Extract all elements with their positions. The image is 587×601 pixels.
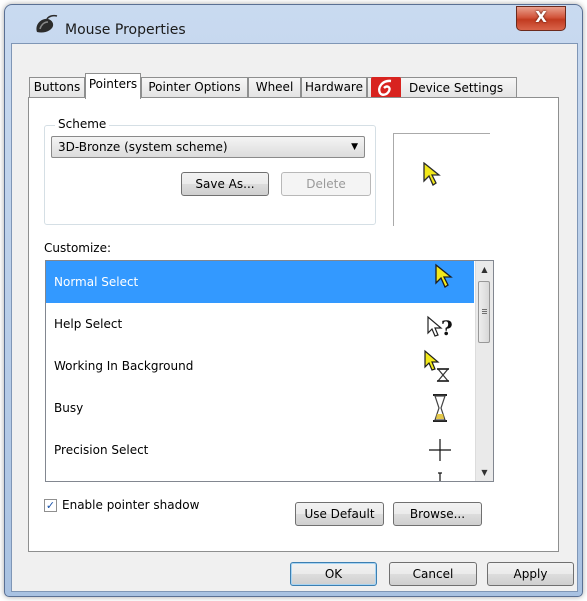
save-as-button[interactable]: Save As... bbox=[181, 172, 269, 196]
tab-device-settings[interactable]: Device Settings bbox=[367, 77, 517, 99]
bronze-arrow-icon bbox=[435, 263, 453, 288]
scroll-down-icon[interactable]: ▼ bbox=[476, 464, 493, 481]
cancel-button[interactable]: Cancel bbox=[389, 562, 477, 586]
tab-buttons[interactable]: Buttons bbox=[29, 77, 85, 98]
scroll-thumb[interactable] bbox=[478, 281, 490, 343]
cursor-list[interactable]: Normal Select Help Select ? Working In B… bbox=[45, 260, 494, 482]
pointer-preview bbox=[393, 133, 490, 226]
list-item-label: Help Select bbox=[54, 317, 123, 331]
list-item[interactable]: Precision Select bbox=[46, 429, 474, 471]
text-select-icon bbox=[438, 472, 442, 481]
dialog-client-area: Buttons Pointers Pointer Options Wheel H… bbox=[11, 43, 578, 592]
chevron-down-icon: ▼ bbox=[351, 142, 358, 152]
apply-button[interactable]: Apply bbox=[487, 562, 574, 586]
pointer-shadow-option[interactable]: ✓ Enable pointer shadow bbox=[44, 498, 199, 512]
scheme-dropdown[interactable]: 3D-Bronze (system scheme) ▼ bbox=[51, 136, 365, 158]
tab-pointer-options[interactable]: Pointer Options bbox=[141, 77, 248, 98]
list-scrollbar[interactable]: ▲ ▼ bbox=[475, 261, 493, 481]
window-title: Mouse Properties bbox=[65, 22, 186, 38]
scroll-up-icon[interactable]: ▲ bbox=[476, 261, 493, 278]
pointer-shadow-checkbox[interactable]: ✓ bbox=[44, 498, 57, 512]
list-item-label: Working In Background bbox=[54, 359, 194, 373]
bronze-arrow-icon bbox=[423, 162, 441, 186]
scheme-dropdown-value: 3D-Bronze (system scheme) bbox=[58, 140, 228, 154]
list-item-label: Normal Select bbox=[54, 275, 139, 289]
working-background-icon bbox=[424, 349, 450, 382]
tab-device-settings-label: Device Settings bbox=[409, 80, 504, 95]
list-item[interactable]: Normal Select bbox=[46, 261, 474, 303]
list-item-partial[interactable] bbox=[46, 471, 474, 481]
close-button[interactable]: X bbox=[516, 6, 566, 31]
use-default-button[interactable]: Use Default bbox=[295, 502, 384, 526]
mouse-icon bbox=[36, 14, 58, 33]
browse-button[interactable]: Browse... bbox=[393, 502, 482, 526]
scheme-legend: Scheme bbox=[55, 117, 110, 131]
list-item-label: Precision Select bbox=[54, 443, 149, 457]
title-bar[interactable]: Mouse Properties X bbox=[5, 5, 582, 43]
delete-button[interactable]: Delete bbox=[281, 172, 371, 196]
mouse-properties-window: Mouse Properties X Buttons Pointers Poin… bbox=[4, 4, 583, 597]
list-item[interactable]: Busy bbox=[46, 387, 474, 429]
help-question-glyph: ? bbox=[441, 316, 453, 340]
ok-button[interactable]: OK bbox=[290, 562, 377, 586]
list-item[interactable]: Working In Background bbox=[46, 345, 474, 387]
help-select-icon: ? bbox=[427, 315, 453, 340]
tab-wheel[interactable]: Wheel bbox=[248, 77, 301, 98]
pointers-tab-panel: Scheme 3D-Bronze (system scheme) ▼ Save … bbox=[28, 97, 559, 552]
hourglass-icon bbox=[433, 394, 447, 422]
list-item[interactable]: Help Select ? bbox=[46, 303, 474, 345]
customize-label: Customize: bbox=[44, 241, 112, 255]
list-item-label: Busy bbox=[54, 401, 84, 415]
pointer-shadow-label: Enable pointer shadow bbox=[62, 498, 200, 512]
tab-pointers[interactable]: Pointers bbox=[85, 73, 141, 99]
tab-hardware[interactable]: Hardware bbox=[301, 77, 367, 98]
crosshair-icon bbox=[429, 439, 451, 461]
synaptics-logo-icon bbox=[371, 77, 401, 99]
